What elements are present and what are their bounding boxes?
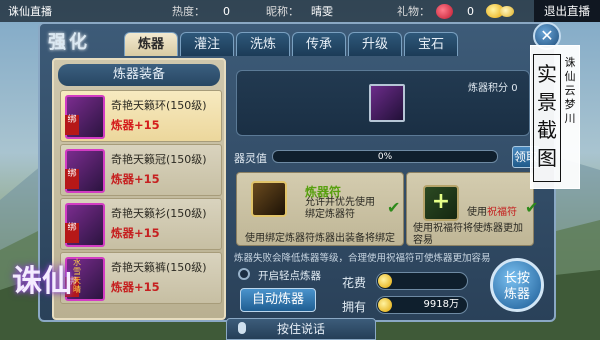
coin-icon <box>500 5 514 17</box>
live-stream-bar: 诛仙直播 热度： 0 昵称： 晴雯 礼物： 0 退出直播 <box>0 0 600 22</box>
stamp-side-text: 诛仙云梦川 <box>564 56 576 125</box>
bless-talisman-card: + 使用祝福符 ✔ 使用祝福符将使炼器更加容易 <box>406 172 538 246</box>
refine-score: 炼器积分 0 <box>468 83 518 94</box>
bless-talisman-note: 使用祝福符将使炼器更加容易 <box>413 223 523 246</box>
spirit-progress-bar: 0% <box>272 150 498 163</box>
equipment-list-header: 炼器装备 <box>58 64 220 86</box>
long-press-refine-button[interactable]: 长按 炼器 <box>490 258 544 312</box>
equipment-item[interactable]: 绑 奇艳天籁环(150级) 炼器+15 <box>60 90 222 142</box>
equipment-name: 奇艳天籁衫(150级) <box>111 207 207 220</box>
nickname-label: 昵称： <box>266 5 299 18</box>
equipment-item[interactable]: 绑 奇艳天籁冠(150级) 炼器+15 <box>60 144 222 196</box>
watermark-stamp: 实景截图 诛仙云梦川 <box>530 45 580 189</box>
equipment-ring-icon: 绑 <box>65 95 105 139</box>
refine-warning: 炼器失败会降低炼器等级，合理使用祝福符可使炼器更加容易 <box>234 253 491 264</box>
tab-bar: 炼器 灌注 洗炼 传承 升级 宝石 <box>124 32 458 56</box>
talisman-description: 允许并优先使用 绑定炼器符 <box>305 197 375 220</box>
light-refine-label: 开启轻点炼器 <box>258 270 321 282</box>
gift-label: 礼物： <box>397 5 430 18</box>
tab-refine[interactable]: 炼器 <box>124 32 178 56</box>
equipment-name: 奇艳天籁环(150级) <box>111 99 207 112</box>
tab-infuse[interactable]: 灌注 <box>180 32 234 56</box>
nickname-value: 晴雯 <box>311 5 333 18</box>
microphone-icon <box>238 322 246 334</box>
cost-label: 花费 <box>342 276 367 290</box>
equipment-item[interactable]: 绑 奇艳天籁裤(150级) 炼器+15 <box>60 252 222 304</box>
bound-badge: 绑 <box>65 169 79 189</box>
bless-talisman-label: 使用祝福符 <box>467 207 517 218</box>
refine-talisman-icon <box>251 181 287 217</box>
equipment-name: 奇艳天籁裤(150级) <box>111 261 207 274</box>
plus-icon[interactable]: + <box>423 185 459 221</box>
equipment-crown-icon: 绑 <box>65 149 105 193</box>
tab-upgrade[interactable]: 升级 <box>348 32 402 56</box>
heat-label: 热度： <box>172 5 205 18</box>
game-logo-subtitle: 水雪天晴 <box>73 258 81 294</box>
spirit-progress-percent: 0% <box>377 152 393 162</box>
bound-badge: 绑 <box>65 223 79 243</box>
gift-value: 0 <box>467 4 474 18</box>
coin-icon <box>378 298 392 312</box>
owned-label: 拥有 <box>342 300 367 314</box>
equipment-name: 奇艳天籁冠(150级) <box>111 153 207 166</box>
tab-reforge[interactable]: 洗炼 <box>236 32 290 56</box>
gift-flower-icon[interactable] <box>436 3 453 19</box>
stamp-main-text: 实景截图 <box>537 62 557 170</box>
heat-value: 0 <box>223 4 230 18</box>
equipment-bonus: 炼器+15 <box>111 280 160 294</box>
coin-icon <box>378 274 392 288</box>
equipment-bonus: 炼器+15 <box>111 118 160 132</box>
tab-gem[interactable]: 宝石 <box>404 32 458 56</box>
stream-title: 诛仙直播 <box>8 5 52 18</box>
game-logo: 诛仙 <box>12 264 72 299</box>
panel-title: 强化 <box>48 32 90 53</box>
selected-equipment-slot[interactable] <box>369 84 405 122</box>
equipment-bonus: 炼器+15 <box>111 172 160 186</box>
bound-badge: 绑 <box>65 115 79 135</box>
equipment-item[interactable]: 绑 奇艳天籁衫(150级) 炼器+15 <box>60 198 222 250</box>
bless-talisman-checkbox[interactable]: ✔ <box>525 200 543 216</box>
bound-talisman-card: 炼器符 允许并优先使用 绑定炼器符 ✔ 使用绑定炼器符炼器出装备将绑定 <box>236 172 404 246</box>
push-to-talk-button[interactable]: 按住说话 <box>226 318 376 340</box>
equipment-bonus: 炼器+15 <box>111 226 160 240</box>
tab-inherit[interactable]: 传承 <box>292 32 346 56</box>
light-refine-toggle[interactable] <box>238 268 250 280</box>
auto-refine-button[interactable]: 自动炼器 <box>240 288 316 312</box>
spirit-value-label: 器灵值 <box>234 152 267 165</box>
bound-talisman-note: 使用绑定炼器符炼器出装备将绑定 <box>245 233 395 244</box>
equipment-robe-icon: 绑 <box>65 203 105 247</box>
exit-live-button[interactable]: 退出直播 <box>534 0 600 22</box>
bound-talisman-checkbox[interactable]: ✔ <box>387 200 405 216</box>
